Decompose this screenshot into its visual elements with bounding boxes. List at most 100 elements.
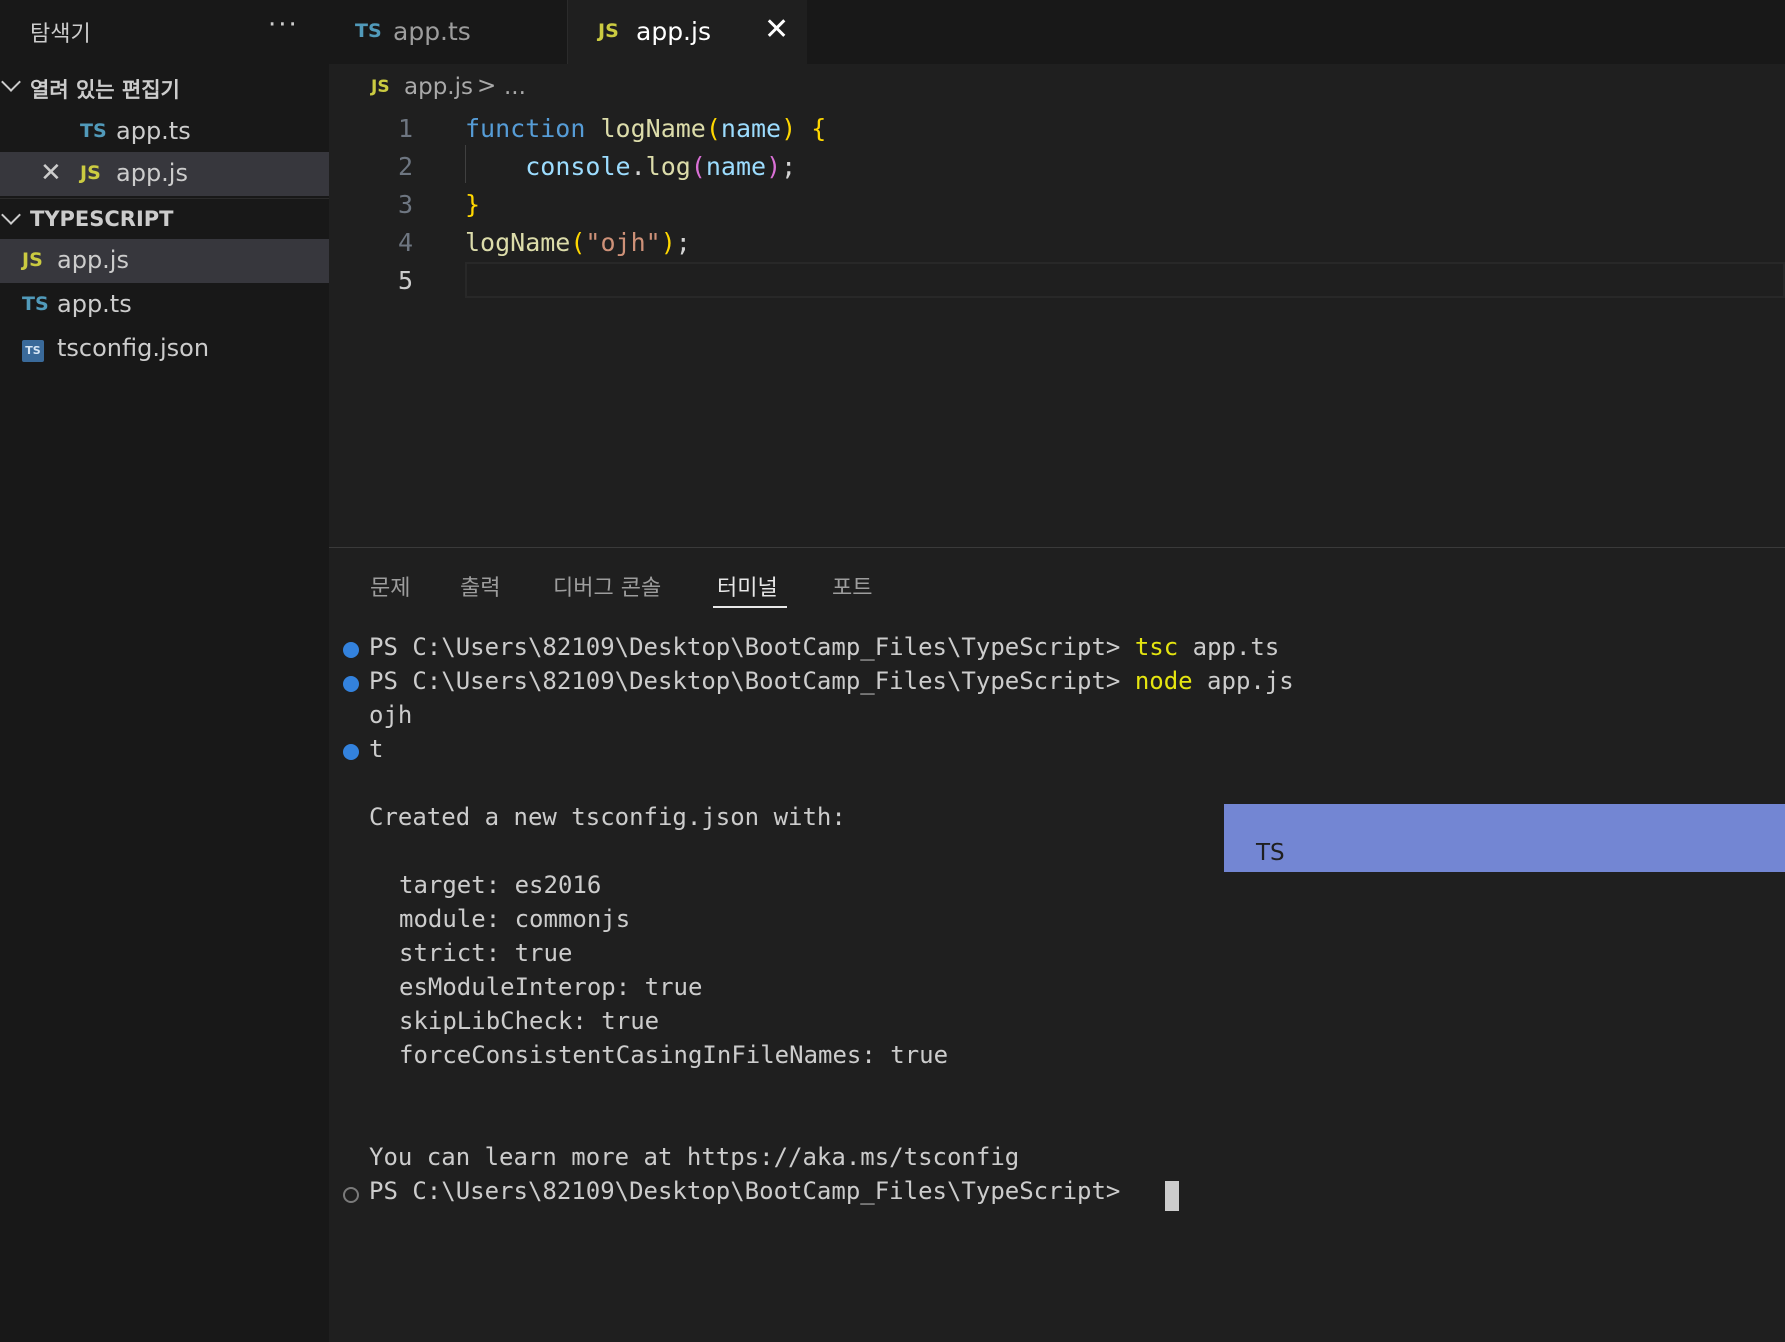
javascript-file-icon: JS — [22, 249, 43, 271]
chevron-down-icon — [1, 205, 21, 225]
ts-overlay-badge: TS — [1224, 804, 1785, 872]
typescript-file-icon: TS — [355, 20, 382, 42]
function-name-token: logName — [600, 114, 706, 143]
terminal-output: forceConsistentCasingInFileNames: true — [399, 1041, 949, 1069]
param-token: name — [720, 114, 782, 143]
paren-token: ) — [781, 114, 797, 143]
indent-guide — [465, 145, 466, 183]
terminal-output: t — [369, 735, 384, 763]
terminal-output: module: commonjs — [399, 905, 631, 933]
command-success-icon[interactable] — [343, 676, 359, 692]
open-editor-item-app-js[interactable]: ✕ JS app.js — [0, 152, 329, 196]
open-editor-item-app-ts[interactable]: TS app.ts — [0, 110, 329, 154]
active-tab-indicator — [713, 606, 787, 608]
command-pending-icon[interactable] — [343, 1187, 359, 1203]
workspace-folder-header[interactable]: TYPESCRIPT — [0, 198, 329, 238]
file-item-app-js[interactable]: JS app.js — [0, 239, 329, 283]
editor-tab-bar: TS app.ts JS app.js ✕ — [329, 0, 1785, 64]
terminal-output: skipLibCheck: true — [399, 1007, 660, 1035]
terminal-command: node — [1134, 667, 1193, 695]
terminal-prompt: PS C:\Users\82109\Desktop\BootCamp_Files… — [369, 1177, 1121, 1205]
terminal-output: esModuleInterop: true — [399, 973, 703, 1001]
command-success-icon[interactable] — [343, 642, 359, 658]
javascript-file-icon: JS — [371, 77, 390, 97]
brace-token: { — [811, 114, 827, 143]
line-number: 2 — [397, 152, 413, 181]
file-item-app-ts[interactable]: TS app.ts — [0, 283, 329, 327]
terminal-argument: app.js — [1192, 667, 1294, 695]
open-editors-section-header[interactable]: 열려 있는 편집기 — [0, 66, 329, 106]
terminal-output: Created a new tsconfig.json with: — [369, 803, 846, 831]
explorer-sidebar: 탐색기 ··· 열려 있는 편집기 TS app.ts ✕ JS app.js … — [0, 0, 329, 1342]
semicolon-token: ; — [781, 152, 797, 181]
method-token: log — [645, 152, 691, 181]
close-icon[interactable]: ✕ — [40, 158, 62, 188]
param-token: name — [705, 152, 767, 181]
tab-label: app.js — [636, 17, 711, 46]
string-token: "ojh" — [585, 228, 661, 257]
tab-app-ts[interactable]: TS app.ts — [329, 0, 568, 64]
terminal-output: strict: true — [399, 939, 573, 967]
line-number: 4 — [397, 228, 413, 257]
breadcrumb-file[interactable]: app.js — [404, 74, 473, 100]
tab-terminal[interactable]: 터미널 — [717, 570, 778, 602]
line-number: 5 — [397, 266, 413, 295]
tsconfig-file-icon: TS — [22, 340, 44, 362]
typescript-file-icon: TS — [80, 120, 107, 142]
more-actions-icon[interactable]: ··· — [268, 10, 299, 40]
terminal-prompt: PS C:\Users\82109\Desktop\BootCamp_Files… — [369, 633, 1121, 661]
semicolon-token: ; — [675, 228, 691, 257]
terminal-output: target: es2016 — [399, 871, 602, 899]
command-success-icon[interactable] — [343, 744, 359, 760]
terminal-line: PS C:\Users\82109\Desktop\BootCamp_Files… — [369, 667, 1294, 695]
breadcrumb-separator-icon: > — [477, 73, 497, 99]
paren-token: ) — [766, 152, 782, 181]
typescript-file-icon: TS — [22, 293, 49, 315]
chevron-down-icon — [1, 72, 21, 92]
breadcrumb: JS app.js > ... — [329, 64, 1785, 114]
current-line-highlight — [465, 262, 1785, 298]
dot-token: . — [630, 152, 646, 181]
explorer-header: 탐색기 ··· — [0, 0, 329, 58]
file-item-label: tsconfig.json — [57, 334, 210, 362]
function-call-token: logName — [465, 228, 571, 257]
workspace-folder-label: TYPESCRIPT — [30, 207, 174, 231]
tab-label: app.ts — [393, 17, 471, 46]
object-token: console — [525, 152, 631, 181]
tab-debug-console[interactable]: 디버그 콘솔 — [553, 570, 661, 602]
tab-output[interactable]: 출력 — [460, 570, 500, 602]
brace-token: } — [465, 190, 481, 219]
bottom-panel: 문제 출력 디버그 콘솔 터미널 포트 PS C:\Users\82109\De… — [329, 547, 1785, 1342]
ts-overlay-label: TS — [1256, 840, 1285, 866]
javascript-file-icon: JS — [598, 20, 619, 42]
paren-token: ( — [705, 114, 721, 143]
tab-app-js[interactable]: JS app.js ✕ — [568, 0, 807, 64]
breadcrumb-symbols[interactable]: ... — [504, 74, 526, 100]
terminal-argument: app.ts — [1178, 633, 1280, 661]
file-item-label: app.ts — [57, 290, 132, 318]
code-line-2: console.log(name); — [465, 152, 796, 181]
explorer-title: 탐색기 — [30, 22, 91, 47]
paren-token: ( — [570, 228, 586, 257]
terminal-cursor — [1165, 1181, 1179, 1211]
terminal-command: tsc — [1134, 633, 1179, 661]
line-number: 3 — [397, 190, 413, 219]
paren-token: ( — [690, 152, 706, 181]
open-editors-label: 열려 있는 편집기 — [30, 78, 180, 102]
paren-token: ) — [660, 228, 676, 257]
tab-ports[interactable]: 포트 — [832, 570, 872, 602]
file-item-label: app.js — [57, 246, 129, 274]
code-line-3: } — [465, 190, 480, 219]
terminal-output: ojh — [369, 701, 413, 729]
tab-problems[interactable]: 문제 — [370, 570, 410, 602]
keyword-token: function — [465, 114, 586, 143]
code-line-1: function logName(name) { — [465, 114, 826, 143]
open-editor-item-label: app.js — [116, 159, 188, 187]
close-tab-icon[interactable]: ✕ — [764, 12, 789, 47]
file-item-tsconfig-json[interactable]: TS tsconfig.json — [0, 327, 329, 371]
terminal-line: PS C:\Users\82109\Desktop\BootCamp_Files… — [369, 633, 1279, 661]
line-number: 1 — [397, 114, 413, 143]
code-editor[interactable]: 1 2 3 4 5 function logName(name) { conso… — [329, 108, 1785, 548]
terminal-prompt: PS C:\Users\82109\Desktop\BootCamp_Files… — [369, 667, 1121, 695]
javascript-file-icon: JS — [80, 162, 101, 184]
